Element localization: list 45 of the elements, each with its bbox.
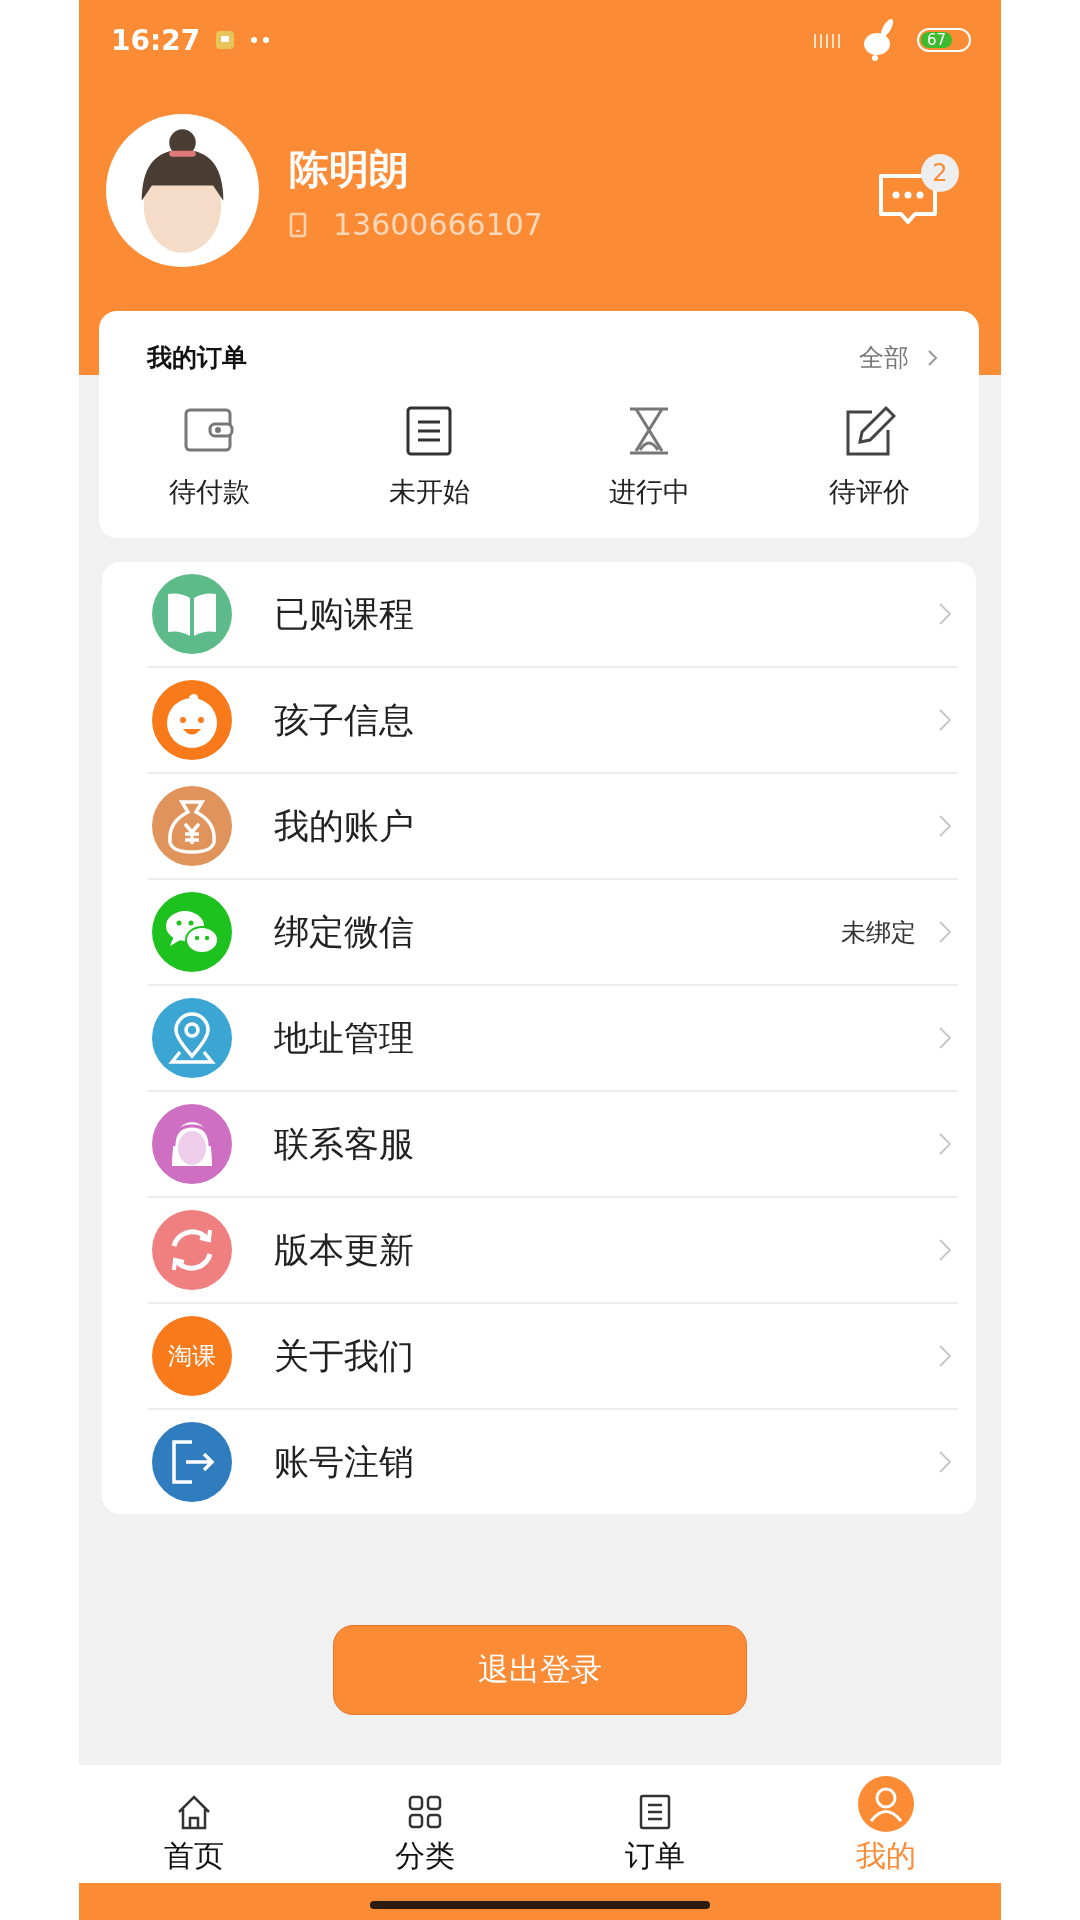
tab[interactable]: 分类 <box>309 1765 540 1883</box>
logo-badge: 淘课 <box>152 1316 232 1396</box>
menu-item[interactable]: 我的账户 <box>148 774 958 880</box>
book-icon <box>152 574 232 654</box>
chevron-icon <box>938 1450 952 1474</box>
refresh-icon <box>152 1210 232 1290</box>
headset-person-icon <box>152 1104 232 1184</box>
chevron-icon <box>938 1238 952 1262</box>
menu-item[interactable]: 绑定微信 未绑定 <box>148 880 958 986</box>
phone-number: 13600666107 <box>333 207 543 242</box>
order-status-button[interactable]: 待付款 <box>99 404 319 510</box>
menu-item[interactable]: 已购课程 <box>148 562 958 668</box>
person-icon <box>857 1776 914 1832</box>
view-all-link[interactable]: 全部 <box>859 341 939 374</box>
message-icon <box>216 31 235 49</box>
chevron-icon <box>938 602 952 626</box>
menu-item[interactable]: 版本更新 <box>148 1198 958 1304</box>
menu-item[interactable]: 孩子信息 <box>148 668 958 774</box>
menu-item[interactable]: 联系客服 <box>148 1092 958 1198</box>
baby-face-icon <box>152 680 232 760</box>
user-name: 陈明朗 <box>289 145 410 194</box>
menu-item[interactable]: 淘课 关于我们 <box>148 1304 958 1410</box>
tab[interactable]: 订单 <box>540 1765 771 1883</box>
money-bag-icon <box>152 786 232 866</box>
order-status-button[interactable]: 待评价 <box>759 404 979 510</box>
chevron-icon <box>938 1132 952 1156</box>
menu-item[interactable]: 账号注销 <box>148 1410 958 1514</box>
order-status-button[interactable]: 未开始 <box>319 404 539 510</box>
location-pin-icon <box>152 998 232 1078</box>
menu-item[interactable]: 地址管理 <box>148 986 958 1092</box>
chevron-icon <box>938 814 952 838</box>
chevron-icon <box>938 1026 952 1050</box>
chevron-icon <box>938 920 952 944</box>
chat-bubbles-icon <box>152 892 232 972</box>
status-time: 16:27 <box>111 23 201 57</box>
logout-icon <box>152 1422 232 1502</box>
chevron-icon <box>938 708 952 732</box>
battery-indicator: 67 <box>917 28 971 52</box>
chevron-icon <box>938 1344 952 1368</box>
phone-icon <box>289 211 307 238</box>
unread-badge: 2 <box>921 154 959 192</box>
tab[interactable]: 首页 <box>79 1765 310 1883</box>
section-title: 我的订单 <box>147 342 247 374</box>
chevron-icon <box>927 348 939 367</box>
order-status-button[interactable]: 进行中 <box>539 404 759 510</box>
